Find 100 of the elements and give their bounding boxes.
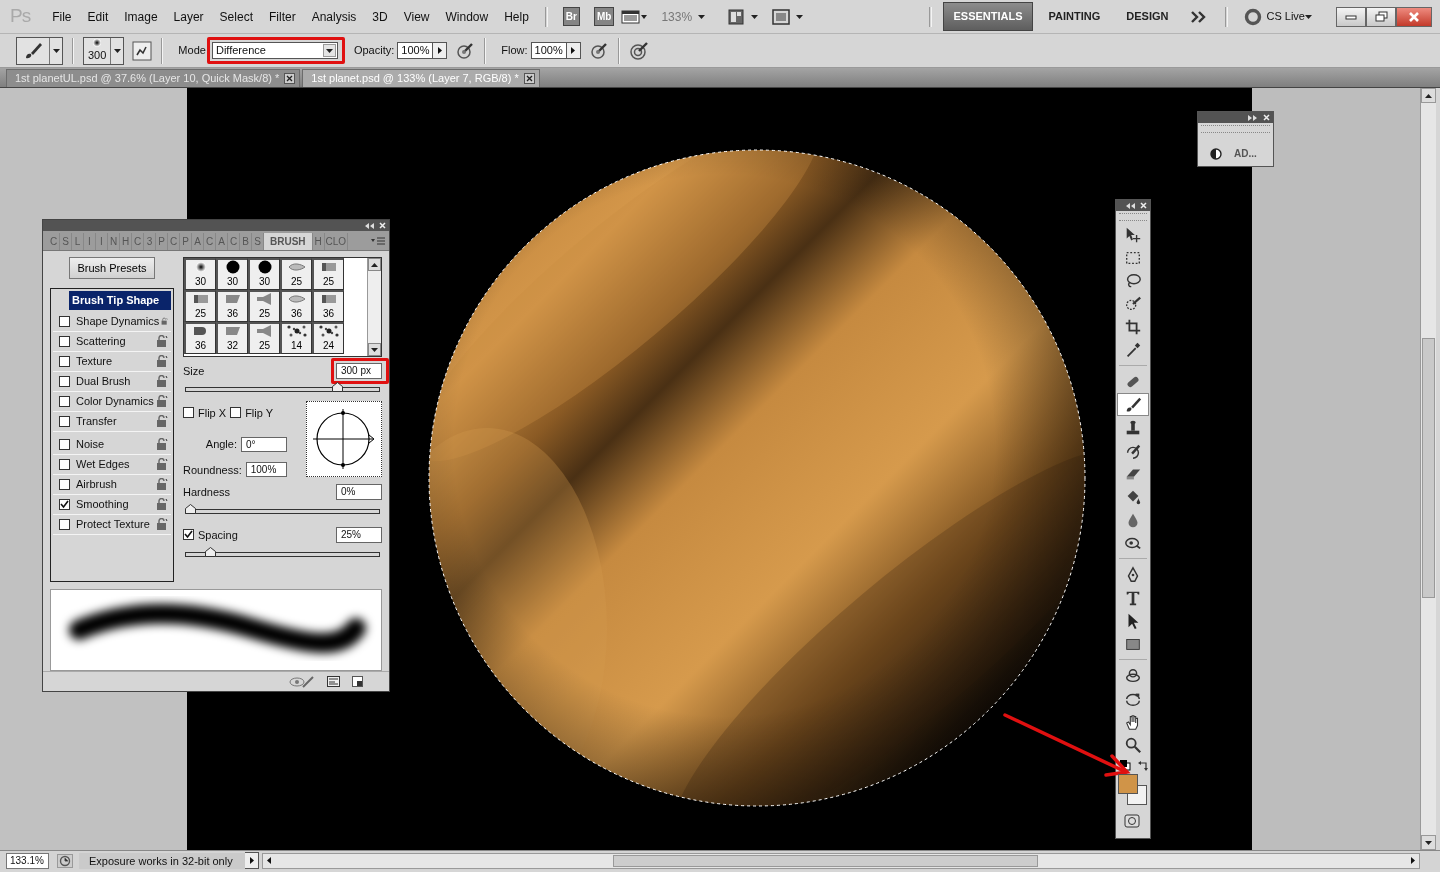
adjustments-icon[interactable] [1210, 147, 1222, 160]
pressure-opacity-icon[interactable] [455, 40, 476, 61]
brush-tip[interactable]: 36 [312, 290, 344, 322]
angle-field[interactable]: 0° [241, 436, 287, 452]
workspace-button[interactable]: ESSENTIALS [943, 2, 1033, 31]
hardness-field[interactable]: 0% [336, 484, 382, 501]
setting-label[interactable]: Smoothing [74, 494, 156, 514]
checkbox[interactable] [59, 375, 70, 387]
checkbox[interactable] [59, 355, 70, 367]
flow-field[interactable]: 100% [530, 42, 567, 59]
default-colors-icon[interactable] [1119, 759, 1131, 771]
collapse-icon[interactable] [1125, 202, 1135, 209]
menu-item[interactable]: Window [437, 7, 497, 26]
expand-icon[interactable] [1248, 114, 1258, 121]
close-icon[interactable] [1263, 114, 1270, 121]
lock-icon[interactable] [156, 517, 168, 531]
menu-item[interactable]: Image [116, 7, 166, 26]
brush-tip[interactable]: 25 [312, 258, 344, 290]
lock-icon[interactable] [156, 414, 168, 428]
checkbox-label[interactable]: Spacing [198, 526, 238, 543]
brush-tip[interactable]: 36 [184, 322, 216, 354]
brush-tip[interactable]: 25 [280, 258, 312, 290]
menu-item[interactable]: View [395, 7, 438, 26]
checkbox[interactable] [59, 438, 70, 450]
checkbox-label[interactable]: Flip Y [245, 404, 274, 421]
brush-tip[interactable]: 32 [216, 322, 248, 354]
collapse-icon[interactable] [364, 222, 374, 229]
checkbox[interactable] [183, 529, 194, 541]
tool-preset-picker[interactable] [16, 36, 63, 65]
cs-live-icon[interactable] [1244, 7, 1263, 26]
lock-icon[interactable] [156, 457, 168, 471]
slider[interactable] [185, 547, 380, 558]
checkbox[interactable] [59, 458, 70, 470]
setting-label[interactable]: Airbrush [74, 474, 156, 494]
new-brush-icon[interactable] [352, 676, 363, 687]
brush-tip[interactable]: 30 [216, 258, 248, 290]
brush-tip[interactable]: 30 [184, 258, 216, 290]
checkbox[interactable] [59, 498, 70, 510]
roundness-field[interactable]: 100% [245, 462, 287, 478]
cs-live-label[interactable]: CS Live [1266, 8, 1305, 25]
slider-thumb[interactable] [205, 547, 217, 557]
close-icon[interactable] [1140, 202, 1147, 209]
zoom-field[interactable]: 133.1% [6, 852, 49, 869]
brush-tip[interactable]: 25 [248, 290, 280, 322]
checkbox[interactable] [59, 415, 70, 427]
scrollbar-thumb[interactable] [613, 854, 1038, 867]
workspace-button[interactable]: PAINTING [1038, 2, 1111, 31]
pressure-size-icon[interactable] [628, 40, 649, 61]
brush-tip[interactable]: 24 [312, 322, 344, 354]
setting-label[interactable]: Brush Tip Shape [69, 291, 171, 310]
scrollbar[interactable] [367, 258, 381, 356]
menu-item[interactable]: Help [496, 7, 537, 26]
grip-handle[interactable] [1119, 213, 1147, 221]
checkbox[interactable] [230, 407, 242, 419]
setting-label[interactable]: Scattering [74, 331, 156, 351]
setting-label[interactable]: Noise [74, 434, 156, 454]
slider[interactable] [185, 381, 380, 393]
panel-tab[interactable]: BRUSH [264, 233, 313, 250]
brush-tip[interactable]: 25 [184, 290, 216, 322]
airbrush-icon[interactable] [588, 40, 609, 61]
checkbox[interactable] [183, 407, 194, 419]
brush-tip[interactable]: 30 [248, 258, 280, 290]
menu-item[interactable]: Edit [79, 7, 117, 26]
close-icon[interactable] [379, 222, 386, 229]
setting-label[interactable]: Wet Edges [74, 454, 156, 474]
menu-item[interactable]: Layer [165, 7, 212, 26]
brush-tip[interactable]: 14 [280, 322, 312, 354]
restore-button[interactable] [1366, 6, 1396, 27]
checkbox[interactable] [59, 518, 70, 530]
checkbox[interactable] [59, 478, 70, 490]
menu-item[interactable]: Select [211, 7, 261, 26]
launcher-button[interactable]: Br [562, 7, 580, 26]
lock-icon[interactable] [156, 477, 168, 491]
checkbox[interactable] [59, 315, 70, 327]
setting-label[interactable]: Transfer [74, 411, 156, 431]
slider-thumb[interactable] [185, 503, 196, 514]
lock-icon[interactable] [156, 334, 168, 348]
brush-tip[interactable]: 36 [216, 290, 248, 322]
checkbox[interactable] [59, 335, 70, 347]
brush-tool[interactable] [1117, 393, 1149, 416]
setting-label[interactable]: Dual Brush [74, 371, 156, 391]
lock-icon[interactable] [156, 374, 168, 388]
menu-item[interactable]: Filter [260, 7, 304, 26]
close-button[interactable] [1396, 6, 1432, 27]
view-extras-icon[interactable] [621, 8, 648, 25]
setting-label[interactable]: Protect Texture [74, 514, 156, 534]
mode-dropdown[interactable]: Difference [211, 42, 338, 59]
quick-mask-icon[interactable] [1124, 814, 1140, 829]
status-icon[interactable] [57, 853, 73, 868]
slider[interactable] [185, 503, 380, 515]
spacing-field[interactable]: 25% [336, 526, 382, 543]
setting-label[interactable]: Shape Dynamics [74, 311, 162, 331]
slider-thumb[interactable] [332, 381, 344, 392]
panel-label[interactable]: AD... [1234, 146, 1257, 161]
brush-tip[interactable]: 25 [248, 322, 280, 354]
lock-icon[interactable] [156, 354, 168, 368]
menu-item[interactable]: File [44, 7, 80, 26]
setting-label[interactable]: Texture [74, 351, 156, 371]
setting-label[interactable]: Color Dynamics [74, 391, 156, 411]
foreground-color-swatch[interactable] [1118, 774, 1138, 794]
